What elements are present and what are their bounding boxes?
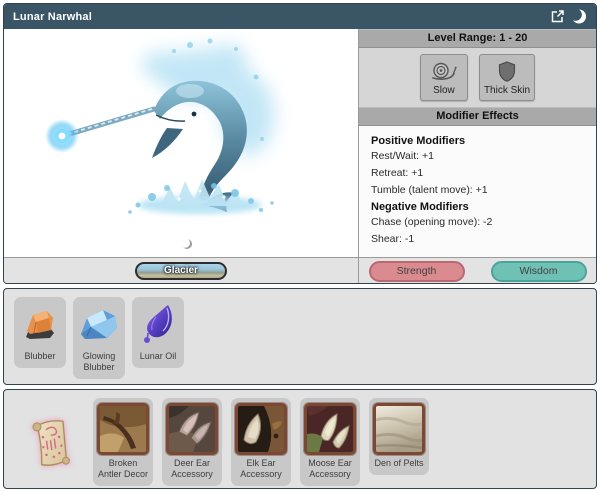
modifier-effects-header: Modifier Effects [359, 107, 596, 126]
lunar-oil-icon [140, 302, 176, 348]
snail-icon [431, 60, 457, 82]
drop-card-elk-ear-accessory[interactable]: Elk Ear Accessory [231, 398, 291, 486]
drop-card-den-of-pelts[interactable]: Den of Pelts [369, 398, 429, 475]
negative-modifiers-header: Negative Modifiers [371, 201, 584, 213]
blubber-icon [20, 302, 60, 348]
page: Lunar Narwhal [0, 0, 600, 492]
drop-card-moose-ear-accessory[interactable]: Moose Ear Accessory [300, 398, 360, 486]
drop-label: Moose Ear Accessory [303, 458, 357, 480]
shield-icon [498, 60, 516, 82]
ability-slow-button[interactable]: Slow [420, 54, 468, 101]
drop-card-broken-antler-decor[interactable]: Broken Antler Decor [93, 398, 153, 486]
modifier-line: Rest/Wait: +1 [371, 150, 584, 162]
materials-section: Blubber Glowing Blubber [3, 288, 597, 385]
main-row: Level Range: 1 - 20 [4, 29, 596, 257]
modifier-line: Shear: -1 [371, 233, 584, 245]
titlebar: Lunar Narwhal [4, 4, 596, 29]
drop-label: Den of Pelts [374, 458, 423, 469]
positive-modifiers-header: Positive Modifiers [371, 135, 584, 147]
creature-panel: Lunar Narwhal [3, 3, 597, 284]
modifier-line: Chase (opening move): -2 [371, 216, 584, 228]
crescent-moon-icon [181, 238, 193, 250]
ability-label: Thick Skin [484, 85, 530, 96]
scroll-icon[interactable] [30, 416, 74, 477]
item-label: Lunar Oil [140, 351, 177, 362]
lunar-narwhal-artwork [4, 29, 358, 257]
glowing-blubber-icon [77, 302, 121, 348]
ability-label: Slow [433, 85, 455, 96]
deer-ear-accessory-image [166, 403, 218, 455]
modifier-line: Tumble (talent move): +1 [371, 184, 584, 196]
drop-label: Deer Ear Accessory [165, 458, 219, 480]
drop-card-deer-ear-accessory[interactable]: Deer Ear Accessory [162, 398, 222, 486]
elk-ear-accessory-image [235, 403, 287, 455]
bottom-strip: Glacier Strength Wisdom [4, 257, 596, 284]
modifier-line: Retreat: +1 [371, 167, 584, 179]
item-card-blubber[interactable]: Blubber [14, 297, 66, 368]
ability-thick-skin-button[interactable]: Thick Skin [479, 54, 535, 101]
drop-label: Broken Antler Decor [96, 458, 150, 480]
strength-button[interactable]: Strength [369, 261, 465, 282]
item-label: Glowing Blubber [75, 351, 123, 373]
abilities-row: Slow Thick Skin [359, 48, 596, 107]
item-label: Blubber [24, 351, 55, 362]
creature-image-panel [4, 29, 358, 257]
external-link-icon[interactable] [550, 9, 565, 24]
habitat-badge-glacier[interactable]: Glacier [135, 262, 227, 280]
modifier-list: Positive Modifiers Rest/Wait: +1 Retreat… [359, 126, 596, 257]
item-card-lunar-oil[interactable]: Lunar Oil [132, 297, 184, 368]
item-card-glowing-blubber[interactable]: Glowing Blubber [73, 297, 125, 379]
stats-strip: Strength Wisdom [358, 258, 596, 284]
drop-label: Elk Ear Accessory [234, 458, 288, 480]
creature-title: Lunar Narwhal [13, 11, 92, 23]
broken-antler-decor-image [97, 403, 149, 455]
info-panel: Level Range: 1 - 20 [358, 29, 596, 257]
moose-ear-accessory-image [304, 403, 356, 455]
titlebar-icons [550, 8, 587, 25]
habitat-strip: Glacier [4, 258, 358, 284]
drops-section: Broken Antler Decor Deer Ear Accessory [3, 389, 597, 489]
level-range-header: Level Range: 1 - 20 [359, 29, 596, 48]
wisdom-button[interactable]: Wisdom [491, 261, 587, 282]
moon-icon[interactable] [570, 8, 587, 25]
den-of-pelts-image [373, 403, 425, 455]
